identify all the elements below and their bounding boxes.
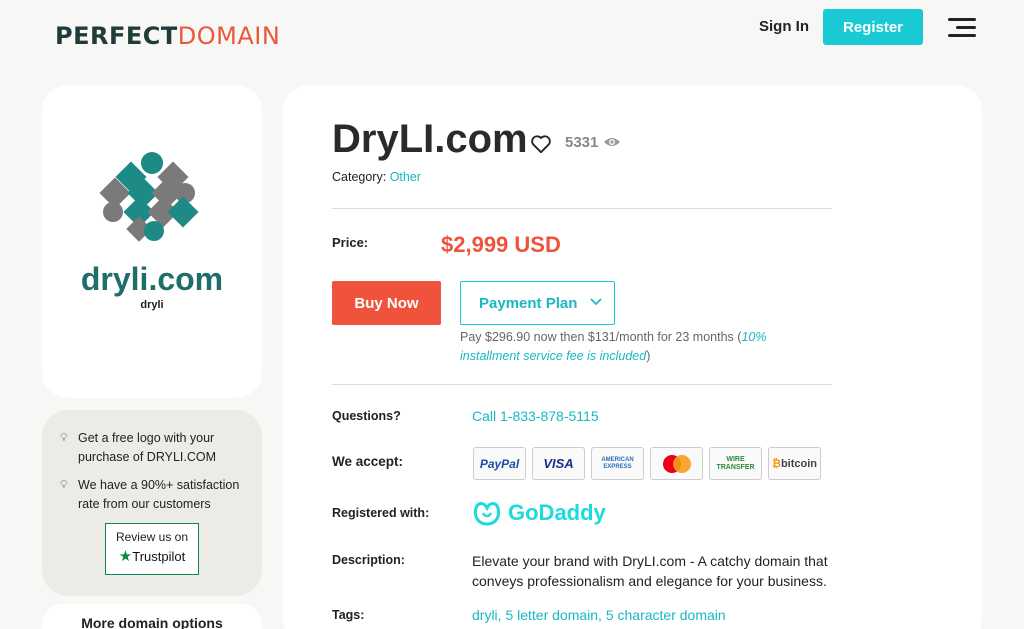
registrar-logo: GoDaddy: [472, 499, 606, 527]
godaddy-icon: [473, 502, 501, 526]
price-label: Price:: [332, 235, 369, 250]
description-text: Elevate your brand with DryLI.com - A ca…: [472, 553, 828, 589]
logo-domain-text: dryli.com: [81, 261, 223, 297]
plan-note-text: Pay $296.90 now then $131/month for 23 m…: [460, 330, 734, 344]
view-count: 5331: [565, 134, 599, 151]
paypal-icon: PayPal: [473, 447, 526, 480]
benefit-satisfaction: 💡︎ We have a 90%+ satisfaction rate from…: [60, 476, 248, 514]
lightbulb-icon: 💡︎: [60, 479, 68, 491]
price-value: $2,999 USD: [441, 232, 561, 257]
category: Category: Other: [332, 170, 421, 184]
bitcoin-icon: ₿ bitcoin: [768, 447, 821, 480]
bitcoin-label: bitcoin: [780, 457, 818, 470]
benefits-card: 💡︎ Get a free logo with your purchase of…: [42, 410, 262, 596]
more-domain-options[interactable]: More domain options: [42, 604, 262, 629]
mastercard-circles: [662, 454, 691, 473]
category-label: Category:: [332, 170, 387, 184]
eye-icon: [604, 138, 620, 146]
wire-transfer-icon: WIRE TRANSFER: [709, 447, 762, 480]
benefit-text: Get a free logo with your purchase of DR…: [78, 431, 217, 464]
buy-now-button[interactable]: Buy Now: [332, 281, 441, 325]
benefit-text: We have a 90%+ satisfaction rate from ou…: [78, 478, 240, 511]
questions-label: Questions?: [332, 409, 401, 423]
logo-part-perfect: PERFECT: [55, 22, 178, 50]
trustpilot-review-label: Review us on: [115, 530, 189, 544]
logo-part-domain: DOMAIN: [177, 22, 281, 50]
trustpilot-logo: ★Trustpilot: [106, 547, 198, 565]
tags-label: Tags:: [332, 608, 365, 622]
tags-links[interactable]: dryli, 5 letter domain, 5 character doma…: [472, 607, 726, 623]
domain-logo-card: dryli.com dryli: [42, 85, 262, 398]
site-logo[interactable]: PERFECTDOMAIN: [55, 22, 280, 50]
amex-icon: AMERICAN EXPRESS: [591, 447, 644, 480]
divider: [332, 208, 832, 209]
logo-mark: [99, 152, 199, 242]
heart-icon[interactable]: [530, 134, 552, 154]
star-icon: ★: [118, 548, 133, 565]
divider: [332, 384, 832, 385]
category-link[interactable]: Other: [390, 170, 421, 184]
we-accept-label: We accept:: [332, 454, 404, 469]
visa-icon: VISA: [532, 447, 585, 480]
trustpilot-button[interactable]: Review us on ★Trustpilot: [105, 523, 199, 575]
lightbulb-icon: 💡︎: [60, 432, 68, 444]
domain-title: DryLI.com: [332, 117, 528, 161]
logo-sub-text: dryli: [140, 299, 163, 311]
registrar-name: GoDaddy: [508, 500, 606, 525]
payment-methods: PayPal VISA AMERICAN EXPRESS WIRE TRANSF…: [473, 447, 821, 480]
mastercard-icon: [650, 447, 703, 480]
sign-in-link[interactable]: Sign In: [759, 18, 809, 35]
payment-plan-label: Payment Plan: [479, 294, 578, 312]
menu-icon[interactable]: [948, 16, 976, 40]
registered-with-label: Registered with:: [332, 506, 430, 520]
payment-plan-note: Pay $296.90 now then $131/month for 23 m…: [460, 330, 767, 363]
payment-plan-dropdown[interactable]: Payment Plan: [460, 281, 615, 325]
register-button[interactable]: Register: [823, 9, 923, 45]
phone-link[interactable]: Call 1-833-878-5115: [472, 408, 599, 424]
benefit-free-logo: 💡︎ Get a free logo with your purchase of…: [60, 429, 248, 467]
chevron-down-icon: [590, 298, 602, 306]
trustpilot-name: Trustpilot: [132, 549, 186, 564]
description-label: Description:: [332, 553, 405, 567]
domain-logo-image: dryli.com dryli: [81, 152, 223, 311]
